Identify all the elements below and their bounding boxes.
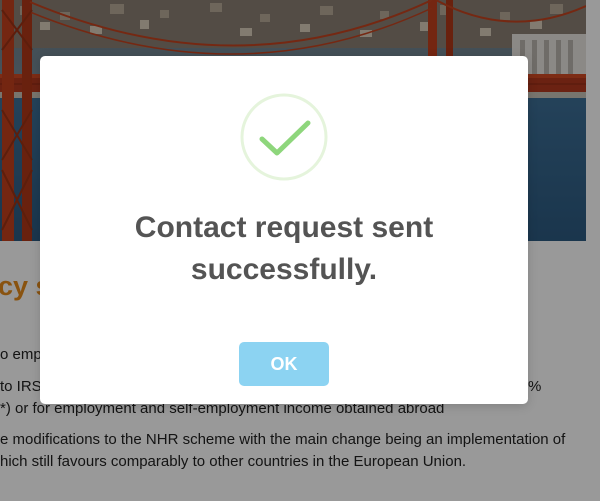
ok-button[interactable]: OK xyxy=(239,342,329,386)
success-dialog: Contact request sent successfully. OK xyxy=(40,56,528,404)
success-checkmark-icon xyxy=(240,93,328,181)
dialog-title: Contact request sent successfully. xyxy=(134,211,434,286)
